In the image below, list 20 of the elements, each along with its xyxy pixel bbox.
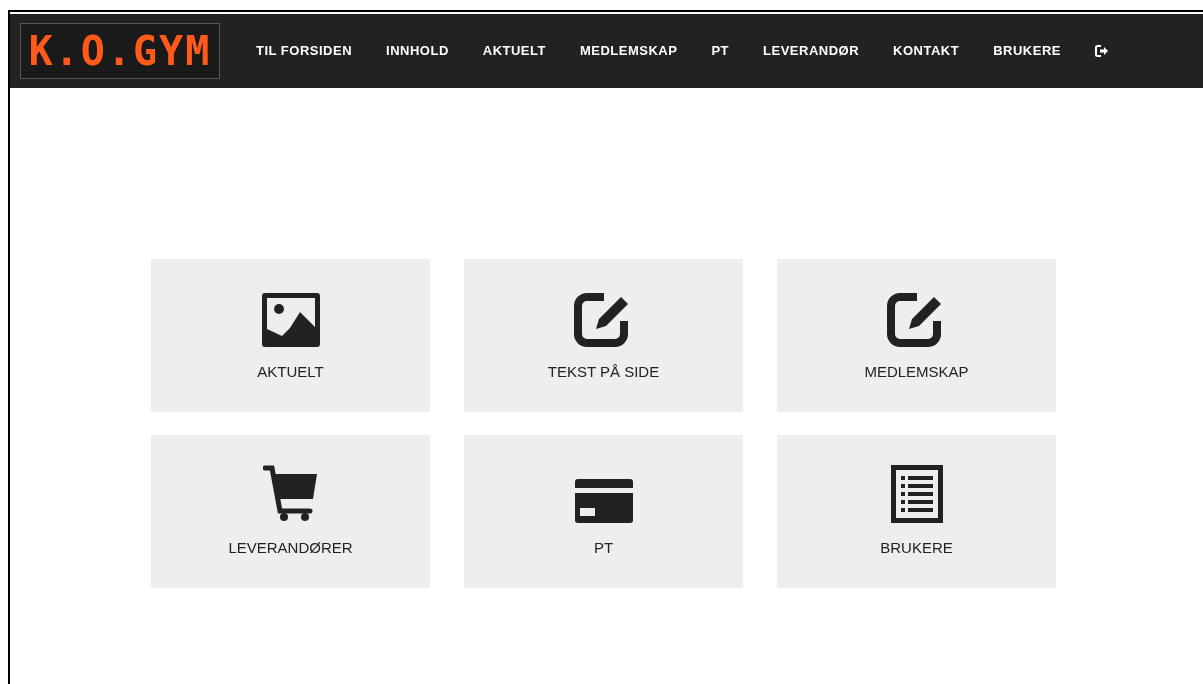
nav-link[interactable]: AKTUELT: [482, 41, 546, 61]
menu-tile[interactable]: TEKST PÅ SIDE: [464, 259, 743, 412]
logout-icon[interactable]: [1094, 45, 1108, 57]
menu-tile[interactable]: PT: [464, 435, 743, 588]
nav-link[interactable]: BRUKERE: [993, 41, 1061, 61]
image-icon: [261, 293, 320, 348]
logo[interactable]: K.O.GYM: [20, 23, 220, 79]
menu-tile[interactable]: BRUKERE: [777, 435, 1056, 588]
list-icon: [890, 465, 943, 524]
cart-icon: [262, 465, 319, 524]
nav-link[interactable]: MEDLEMSKAP: [579, 41, 678, 61]
nav-link[interactable]: KONTAKT: [893, 41, 960, 61]
nav-link[interactable]: INNHOLD: [386, 41, 449, 61]
nav-link[interactable]: LEVERANDØR: [763, 41, 860, 61]
nav-link[interactable]: TIL FORSIDEN: [256, 41, 353, 61]
menu-tile[interactable]: MEDLEMSKAP: [777, 259, 1056, 412]
menu-tile[interactable]: AKTUELT: [151, 259, 430, 412]
nav-link[interactable]: PT: [711, 41, 730, 61]
card-icon: [574, 479, 633, 524]
menu-tile[interactable]: LEVERANDØRER: [151, 435, 430, 588]
